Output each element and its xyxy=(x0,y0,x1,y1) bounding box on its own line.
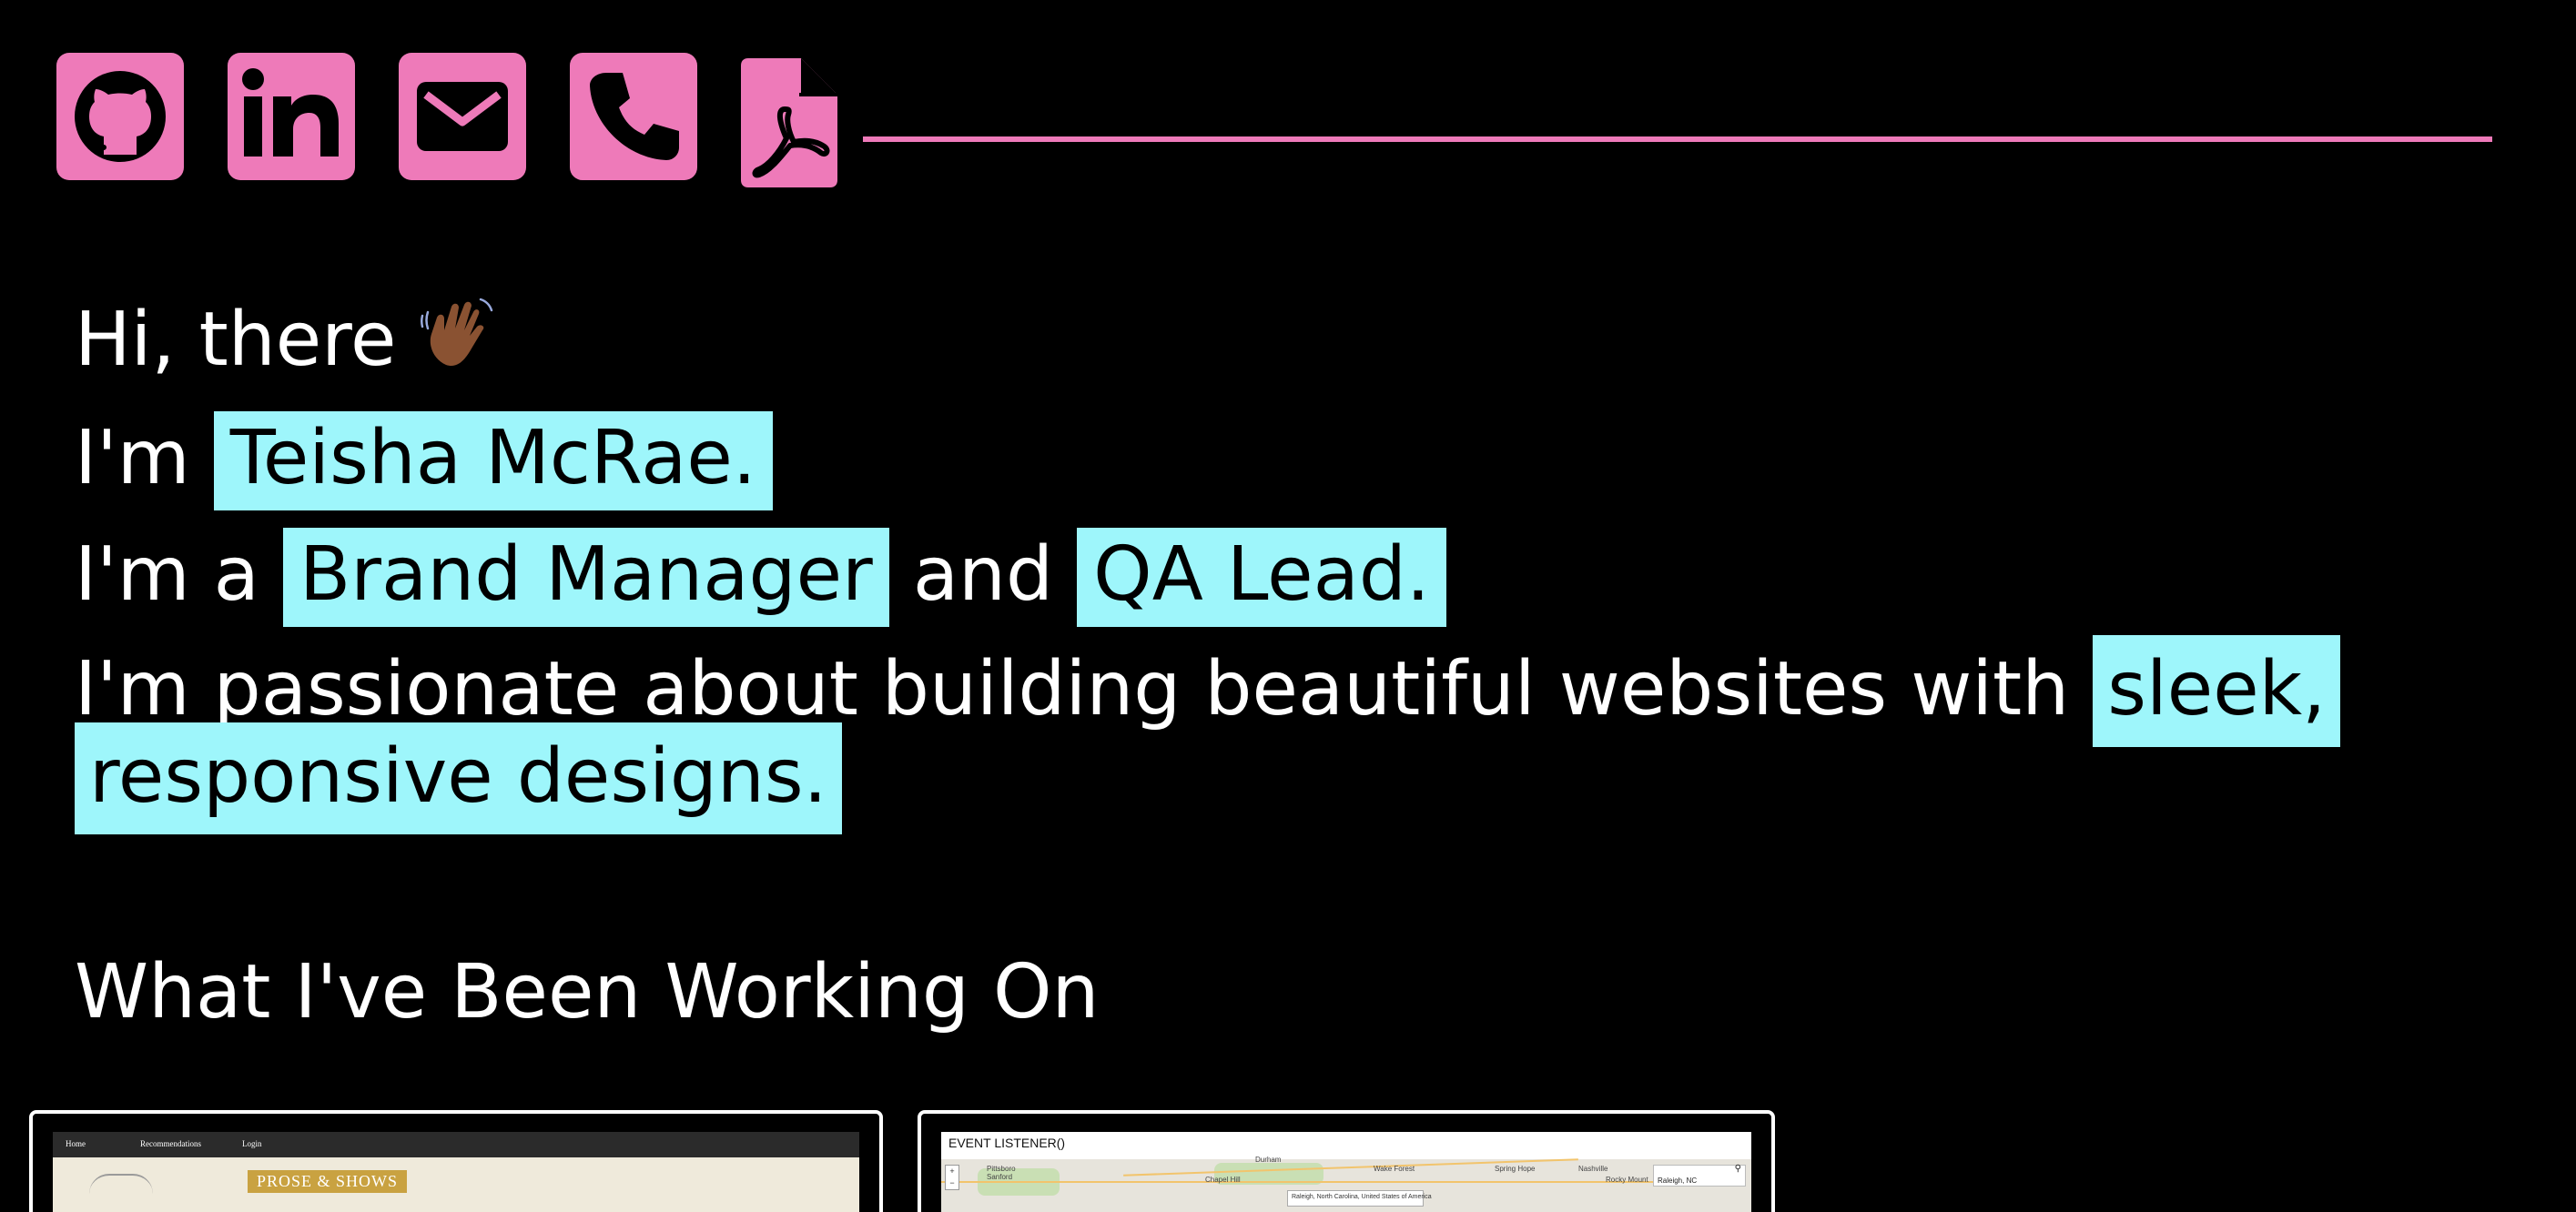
pdf-icon xyxy=(741,58,837,187)
screenshot-sketch-illustration xyxy=(89,1174,153,1194)
map-label: Sanford xyxy=(987,1173,1013,1181)
name-highlight: Teisha McRae. xyxy=(213,411,773,510)
role-line: I'm a Brand Manager and QA Lead. xyxy=(75,517,2441,633)
map-label: Durham xyxy=(1255,1156,1282,1164)
project-card-event-listener[interactable]: EVENT LISTENER() Pittsboro Sanford Durha… xyxy=(918,1110,1775,1212)
map-label: Nashville xyxy=(1578,1165,1608,1173)
greeting-text: Hi, there xyxy=(75,297,397,383)
envelope-icon xyxy=(417,82,508,151)
greeting-line: Hi, there xyxy=(75,282,2441,399)
social-icon-bar xyxy=(56,53,2514,189)
map-label: Wake Forest xyxy=(1374,1165,1415,1173)
passion-highlight-sleek: sleek, xyxy=(2093,635,2341,747)
role-highlight-brand-manager: Brand Manager xyxy=(283,528,889,627)
screenshot-nav-home: Home xyxy=(66,1139,86,1148)
screenshot-logo-banner: PROSE & SHOWS xyxy=(248,1170,408,1193)
screenshot-map: Pittsboro Sanford Durham Wake Forest Spr… xyxy=(941,1156,1751,1212)
map-label: Spring Hope xyxy=(1495,1165,1536,1173)
screenshot-nav-recommendations: Recommendations xyxy=(140,1139,201,1148)
github-icon xyxy=(75,71,166,162)
name-prefix: I'm xyxy=(75,415,190,501)
map-zoom-control[interactable]: + − xyxy=(945,1165,959,1190)
role-prefix: I'm a xyxy=(75,531,259,618)
passion-highlight-responsive: responsive designs. xyxy=(75,722,842,834)
role-highlight-qa-lead: QA Lead. xyxy=(1077,528,1446,627)
phone-icon xyxy=(590,73,679,160)
linkedin-icon xyxy=(242,68,339,157)
map-popup: Raleigh, North Carolina, United States o… xyxy=(1287,1190,1432,1207)
map-label: Pittsboro xyxy=(987,1165,1016,1173)
header-divider xyxy=(863,136,2492,142)
map-label: Rocky Mount xyxy=(1606,1176,1648,1184)
resume-pdf-link[interactable] xyxy=(741,58,837,187)
project-screenshot: EVENT LISTENER() Pittsboro Sanford Durha… xyxy=(941,1132,1751,1212)
linkedin-link[interactable] xyxy=(228,53,355,180)
intro-section: Hi, there I'm Teisha McRae. I'm a Brand … xyxy=(75,282,2441,834)
map-zoom-in-button[interactable]: + xyxy=(946,1166,958,1177)
waving-hand-icon xyxy=(420,294,499,372)
project-screenshot: Home Recommendations Login PROSE & SHOWS xyxy=(53,1132,859,1212)
passion-line: I'm passionate about building beautiful … xyxy=(75,635,2441,834)
screenshot-title: EVENT LISTENER() xyxy=(948,1136,1066,1150)
github-link[interactable] xyxy=(56,53,184,180)
screenshot-nav-login: Login xyxy=(242,1139,262,1148)
search-icon[interactable]: ⚲ xyxy=(1735,1164,1741,1174)
projects-heading: What I've Been Working On xyxy=(75,949,1100,1035)
map-search-value: Raleigh, NC xyxy=(1658,1177,1698,1185)
screenshot-navbar: Home Recommendations Login xyxy=(53,1132,859,1157)
name-line: I'm Teisha McRae. xyxy=(75,400,2441,517)
email-link[interactable] xyxy=(399,53,526,180)
map-label: Chapel Hill xyxy=(1205,1176,1241,1184)
map-zoom-out-button[interactable]: − xyxy=(946,1177,958,1189)
passion-prefix: I'm passionate about building beautiful … xyxy=(75,646,2070,732)
map-search-box[interactable]: Raleigh, NC ⚲ xyxy=(1653,1164,1746,1187)
phone-link[interactable] xyxy=(570,53,697,180)
role-joiner: and xyxy=(912,531,1054,618)
project-card-prose-and-shows[interactable]: Home Recommendations Login PROSE & SHOWS xyxy=(29,1110,883,1212)
